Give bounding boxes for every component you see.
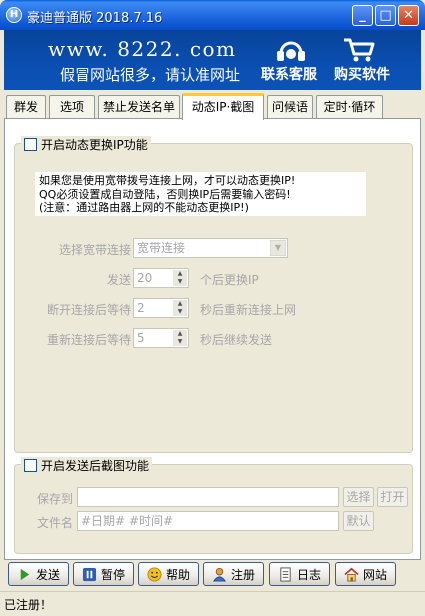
disconnect-wait-stepper[interactable]: 2 ▲ ▼ (133, 298, 189, 318)
send-button-label: 发送 (35, 567, 60, 582)
tab-mass-send[interactable]: 群发 (6, 95, 46, 119)
website-button[interactable]: 网站 (335, 562, 396, 586)
title-bar[interactable]: H 豪迪普通版 2018.7.16 _ □ ✕ (0, 0, 425, 30)
pause-icon (82, 567, 97, 581)
tab-greetings[interactable]: 问候语 (267, 95, 313, 119)
filename-label: 文件名 (36, 516, 73, 530)
spin-up-icon[interactable]: ▲ (173, 330, 187, 338)
tab-options[interactable]: 选项 (49, 95, 95, 119)
screenshot-group: 开启发送后截图功能 保存到 选择 打开 文件名 #日期# #时间# 默认 (14, 457, 413, 554)
filename-input[interactable]: #日期# #时间# (77, 511, 339, 531)
save-to-label: 保存到 (36, 492, 73, 506)
spin-buttons[interactable]: ▲ ▼ (173, 300, 187, 316)
maximize-button[interactable]: □ (375, 5, 396, 26)
send-count-label: 发送 (106, 273, 131, 287)
maximize-icon: □ (379, 8, 392, 23)
home-icon (344, 567, 359, 582)
dial-connection-label: 选择宽带连接 (58, 243, 131, 257)
dynamic-ip-notice: 如果您是使用宽带拨号连接上网，才可以动态更换IP! QQ必须设置成自动登陆，否则… (35, 172, 366, 216)
smiley-icon (147, 566, 162, 582)
spin-down-icon[interactable]: ▼ (173, 338, 187, 346)
status-text: 已注册！ (4, 598, 53, 612)
notice-line: 如果您是使用宽带拨号连接上网，才可以动态更换IP! (39, 174, 296, 187)
spin-up-icon[interactable]: ▲ (173, 300, 187, 308)
screenshot-checkbox[interactable] (24, 459, 37, 472)
log-button-label: 日志 (296, 567, 321, 582)
contact-service-link[interactable]: 联系客服 (261, 64, 317, 84)
tab-dynamic-ip-screenshot[interactable]: 动态IP·截图 (182, 93, 264, 120)
headset-icon[interactable] (274, 37, 308, 63)
dial-connection-value: 宽带连接 (137, 241, 186, 255)
register-button[interactable]: 注册 (203, 562, 264, 586)
default-filename-button[interactable]: 默认 (343, 511, 374, 531)
spin-down-icon[interactable]: ▼ (173, 308, 187, 316)
dynamic-ip-toggle[interactable]: 开启动态更换IP功能 (21, 136, 151, 153)
help-button-label: 帮助 (165, 567, 190, 582)
app-icon: H (6, 7, 22, 23)
banner: www. 8222. com 假冒网站很多，请认准网址 联系客服 购买软件 (4, 30, 421, 90)
reconnect-wait-stepper[interactable]: 5 ▲ ▼ (133, 328, 189, 348)
tab-blocklist[interactable]: 禁止发送名单 (98, 95, 180, 119)
spin-down-icon[interactable]: ▼ (173, 278, 187, 286)
spin-buttons[interactable]: ▲ ▼ (173, 330, 187, 346)
notice-line: QQ必须设置成自动登陆，否则换IP后需要输入密码! (39, 187, 291, 201)
select-folder-button[interactable]: 选择 (343, 487, 374, 507)
banner-url[interactable]: www. 8222. com (48, 37, 237, 61)
close-icon: ✕ (403, 8, 414, 23)
send-count-stepper[interactable]: 20 ▲ ▼ (133, 268, 189, 288)
status-bar: 已注册！ (0, 591, 425, 616)
send-count-value: 20 (137, 271, 153, 285)
disconnect-wait-value: 2 (137, 301, 145, 315)
dynamic-ip-group: 开启动态更换IP功能 如果您是使用宽带拨号连接上网，才可以动态更换IP! QQ必… (14, 136, 413, 453)
close-button[interactable]: ✕ (398, 5, 419, 26)
log-document-icon (280, 566, 291, 582)
minimize-icon: _ (359, 8, 366, 23)
tab-panel: 开启动态更换IP功能 如果您是使用宽带拨号连接上网，才可以动态更换IP! QQ必… (4, 118, 421, 560)
window-title: 豪迪普通版 2018.7.16 (27, 11, 163, 26)
spin-buttons[interactable]: ▲ ▼ (173, 270, 187, 286)
save-path-input[interactable] (77, 487, 339, 507)
play-icon (20, 568, 30, 580)
user-icon (212, 567, 226, 582)
cart-icon[interactable] (342, 37, 376, 63)
reconnect-wait-suffix: 秒后继续发送 (200, 333, 273, 347)
chevron-down-icon[interactable]: ▼ (270, 240, 286, 256)
minimize-button[interactable]: _ (352, 5, 373, 26)
log-button[interactable]: 日志 (269, 562, 330, 586)
pause-button-label: 暂停 (100, 567, 125, 582)
notice-line: (注意：通过路由器上网的不能动态更换IP!) (39, 201, 249, 214)
dynamic-ip-checkbox[interactable] (24, 138, 37, 151)
dynamic-ip-label: 开启动态更换IP功能 (41, 138, 148, 152)
tab-timer-loop[interactable]: 定时·循环 (316, 95, 383, 119)
register-button-label: 注册 (230, 567, 255, 582)
buy-software-link[interactable]: 购买软件 (334, 64, 390, 84)
screenshot-label: 开启发送后截图功能 (41, 459, 150, 473)
disconnect-wait-suffix: 秒后重新连接上网 (200, 303, 297, 317)
pause-button[interactable]: 暂停 (73, 562, 134, 586)
help-button[interactable]: 帮助 (138, 562, 199, 586)
send-button[interactable]: 发送 (8, 562, 69, 586)
reconnect-wait-value: 5 (137, 331, 145, 345)
spin-up-icon[interactable]: ▲ (173, 270, 187, 278)
disconnect-wait-label: 断开连接后等待 (46, 303, 131, 317)
send-count-suffix: 个后更换IP (200, 273, 259, 287)
open-folder-button[interactable]: 打开 (377, 487, 408, 507)
reconnect-wait-label: 重新连接后等待 (46, 333, 131, 347)
dial-connection-select[interactable]: 宽带连接 ▼ (133, 238, 288, 258)
screenshot-toggle[interactable]: 开启发送后截图功能 (21, 457, 153, 474)
banner-slogan: 假冒网站很多，请认准网址 (60, 66, 241, 84)
website-button-label: 网站 (362, 567, 387, 582)
